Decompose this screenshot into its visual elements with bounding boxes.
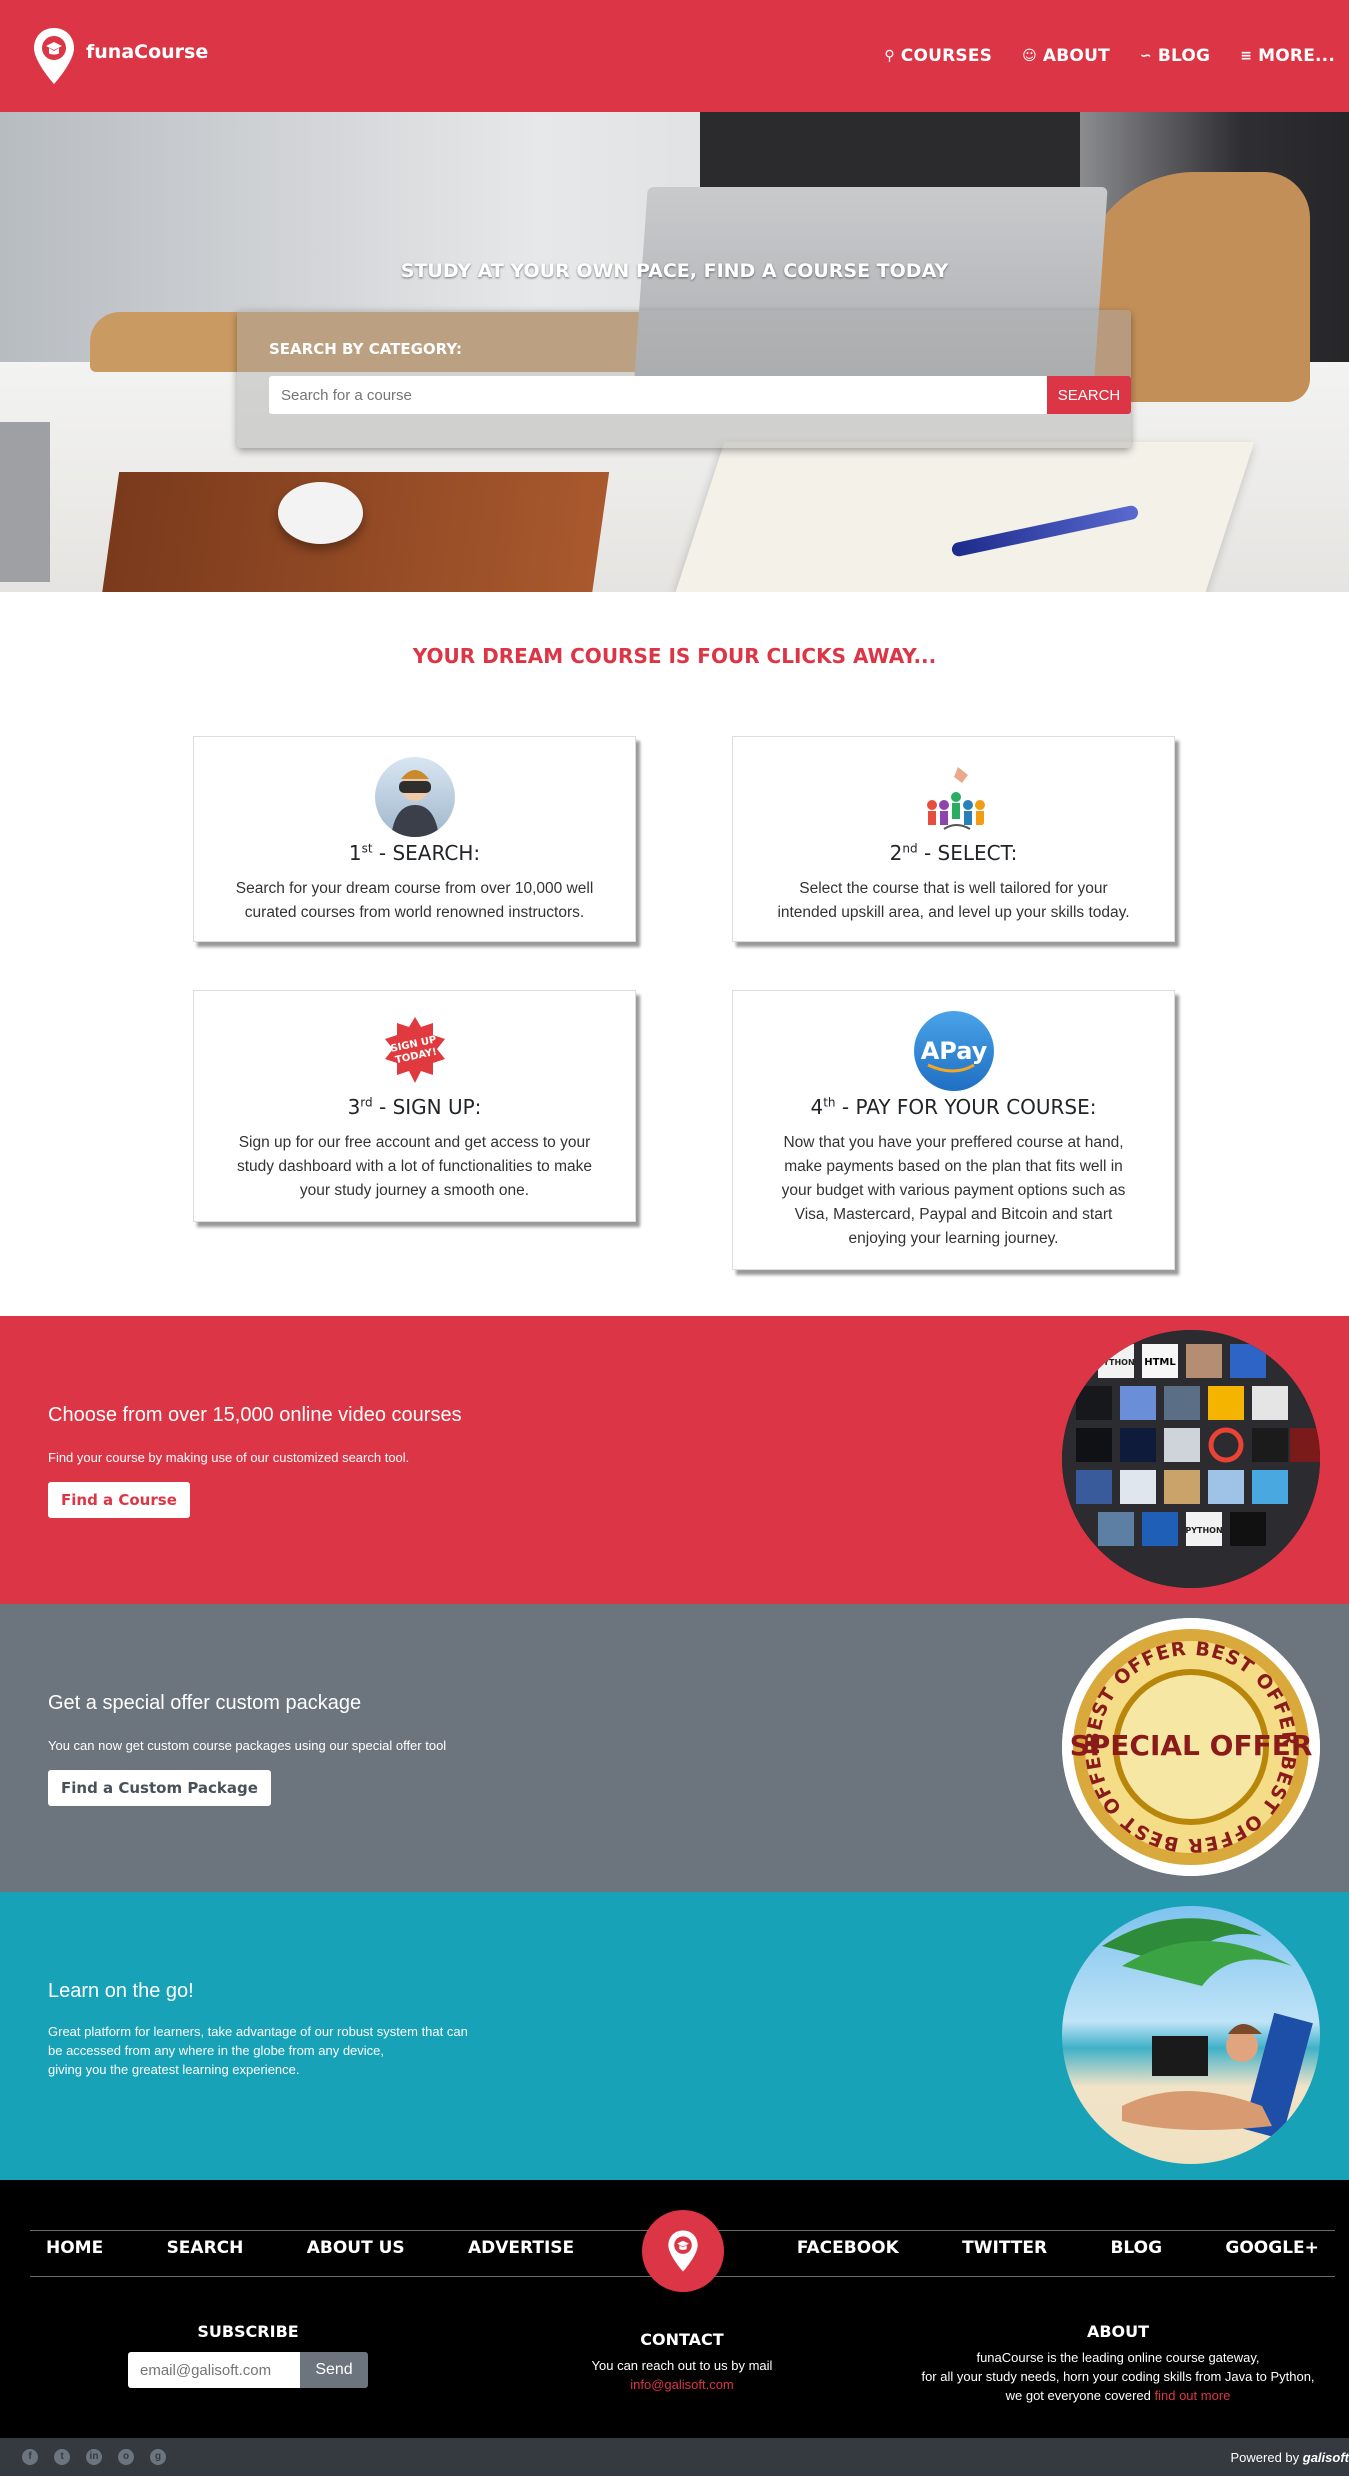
footer-home-link[interactable]: HOME [46,2238,103,2258]
social-links: f t in o g [22,2449,166,2465]
step-card-signup: SIGN UP TODAY! 3rd - SIGN UP: Sign up fo… [193,990,636,1222]
select-people-icon [913,757,994,837]
search-category-label: SEARCH BY CATEGORY: [269,340,462,358]
step-4-text: Now that you have your preffered course … [781,1134,1126,1247]
beach-laptop-image [1062,1906,1320,2164]
footer-twitter-link[interactable]: TWITTER [962,2238,1047,2258]
step-card-select: 2nd - SELECT: Select the course that is … [732,736,1175,942]
nav-courses-label: COURSES [900,46,993,66]
twitter-icon[interactable]: t [54,2449,70,2465]
user-icon: ☺ [1022,48,1037,64]
step-card-search: 1st - SEARCH: Search for your dream cour… [193,736,636,942]
step-1-text: Search for your dream course from over 1… [235,880,594,921]
powered-by: Powered by galisoft [1230,2450,1349,2465]
step-3-text: Sign up for our free account and get acc… [237,1134,592,1199]
step-1-title: 1st - SEARCH: [348,841,481,865]
nav-courses-link[interactable]: ⚲ COURSES [884,46,992,66]
find-custom-package-button[interactable]: Find a Custom Package [48,1770,271,1806]
step-2-title: 2nd - SELECT: [889,841,1018,865]
github-icon[interactable]: g [150,2449,166,2465]
subscribe-email-input[interactable] [128,2352,300,2388]
nav-blog-label: BLOG [1157,46,1211,66]
thumb-label-html: HTML [1144,1357,1176,1368]
hero-keyboard-edge [0,422,50,582]
nav-more-label: MORE... [1258,46,1335,66]
footer: HOME SEARCH ABOUT US ADVERTISE FACEBOOK … [0,2180,1349,2438]
svg-text:APay: APay [920,1037,987,1065]
course-thumbnails-image: PYTHON HTML PYTHON [1062,1330,1320,1588]
subscribe-send-button[interactable]: Send [300,2352,368,2388]
instagram-icon[interactable]: o [118,2449,134,2465]
footer-about-link[interactable]: ABOUT US [307,2238,405,2258]
hero-notebook [675,442,1255,592]
courses-band: Choose from over 15,000 online video cou… [0,1316,1349,1604]
special-offer-badge-image: BEST OFFER BEST OFFER BEST OFFER BEST OF… [1062,1618,1320,1876]
brand-logo-link[interactable]: funaCourse [32,26,208,86]
contact-title: CONTACT [640,2330,724,2349]
nav-blog-link[interactable]: ∽ BLOG [1140,46,1210,66]
learn-on-go-heading: Learn on the go! [48,1980,194,2002]
nav-about-label: ABOUT [1042,46,1110,66]
main-nav: ⚲ COURSES ☺ ABOUT ∽ BLOG ≡ MORE... [884,46,1335,66]
thumb-label-python-top: PYTHON [1097,1358,1134,1367]
footer-logo[interactable] [642,2210,724,2292]
footer-advertise-link[interactable]: ADVERTISE [468,2238,574,2258]
rss-icon: ∽ [1139,48,1152,64]
course-search-input[interactable] [269,376,1047,414]
sign-up-badge-icon: SIGN UP TODAY! [374,1011,455,1091]
footer-facebook-link[interactable]: FACEBOOK [797,2238,899,2258]
special-offer-text: You can now get custom course packages u… [48,1738,447,1753]
courses-band-text: Find your course by making use of our cu… [48,1450,410,1465]
bottom-bar: f t in o g Powered by galisoft [0,2438,1349,2476]
linkedin-icon[interactable]: in [86,2449,102,2465]
brand-name: funaCourse [86,41,209,63]
step-3-title: 3rd - SIGN UP: [347,1095,482,1119]
facebook-icon[interactable]: f [22,2449,38,2465]
apay-icon: APay [913,1011,994,1091]
top-navbar: funaCourse ⚲ COURSES ☺ ABOUT ∽ BLOG ≡ MO… [0,0,1349,112]
footer-google-link[interactable]: GOOGLE+ [1225,2238,1319,2258]
hero-leather-pad [100,472,610,592]
about-title: ABOUT [1086,2322,1150,2341]
footer-search-link[interactable]: SEARCH [167,2238,244,2258]
footer-blog-link[interactable]: BLOG [1110,2238,1162,2258]
search-button[interactable]: SEARCH [1047,376,1131,414]
about-text: funaCourse is the leading online course … [921,2350,1315,2403]
nav-more-link[interactable]: ≡ MORE... [1240,46,1335,66]
about-find-out-more-link[interactable]: find out more [1155,2388,1231,2403]
location-pin-logo-icon [668,2230,698,2272]
step-2-text: Select the course that is well tailored … [777,880,1130,921]
step-4-title: 4th - PAY FOR YOUR COURSE: [810,1095,1097,1119]
steps-section: YOUR DREAM COURSE IS FOUR CLICKS AWAY...… [0,592,1349,1316]
hero-section: STUDY AT YOUR OWN PACE, FIND A COURSE TO… [0,112,1349,592]
special-offer-band: Get a special offer custom package You c… [0,1604,1349,1892]
nav-about-link[interactable]: ☺ ABOUT [1022,46,1110,66]
offer-badge-center-text: SPECIAL OFFER [1070,1729,1313,1762]
location-pin-logo-icon [34,28,74,84]
contact-email-link[interactable]: info@galisoft.com [630,2377,734,2392]
special-offer-heading: Get a special offer custom package [48,1692,362,1714]
hero-mouse [278,482,363,544]
search-icon: ⚲ [884,48,895,64]
courses-band-heading: Choose from over 15,000 online video cou… [48,1404,462,1426]
subscribe-title: SUBSCRIBE [197,2322,299,2341]
powered-by-brand[interactable]: galisoft [1303,2450,1349,2465]
find-course-button[interactable]: Find a Course [48,1482,190,1518]
menu-icon: ≡ [1240,48,1253,64]
thumb-label-python-bottom: PYTHON [1185,1526,1222,1535]
contact-text: You can reach out to us by mail info@gal… [591,2358,773,2392]
step-card-pay: APay 4th - PAY FOR YOUR COURSE: Now that… [732,990,1175,1270]
steps-title: YOUR DREAM COURSE IS FOUR CLICKS AWAY... [412,644,937,668]
binoculars-icon [374,757,455,837]
category-search-panel: SEARCH BY CATEGORY: SEARCH [237,310,1131,448]
hero-laptop-screen [700,112,1080,192]
hero-title: STUDY AT YOUR OWN PACE, FIND A COURSE TO… [400,260,949,282]
learn-on-go-text: Great platform for learners, take advant… [48,2024,468,2077]
learn-on-the-go-band: Learn on the go! Great platform for lear… [0,1892,1349,2180]
